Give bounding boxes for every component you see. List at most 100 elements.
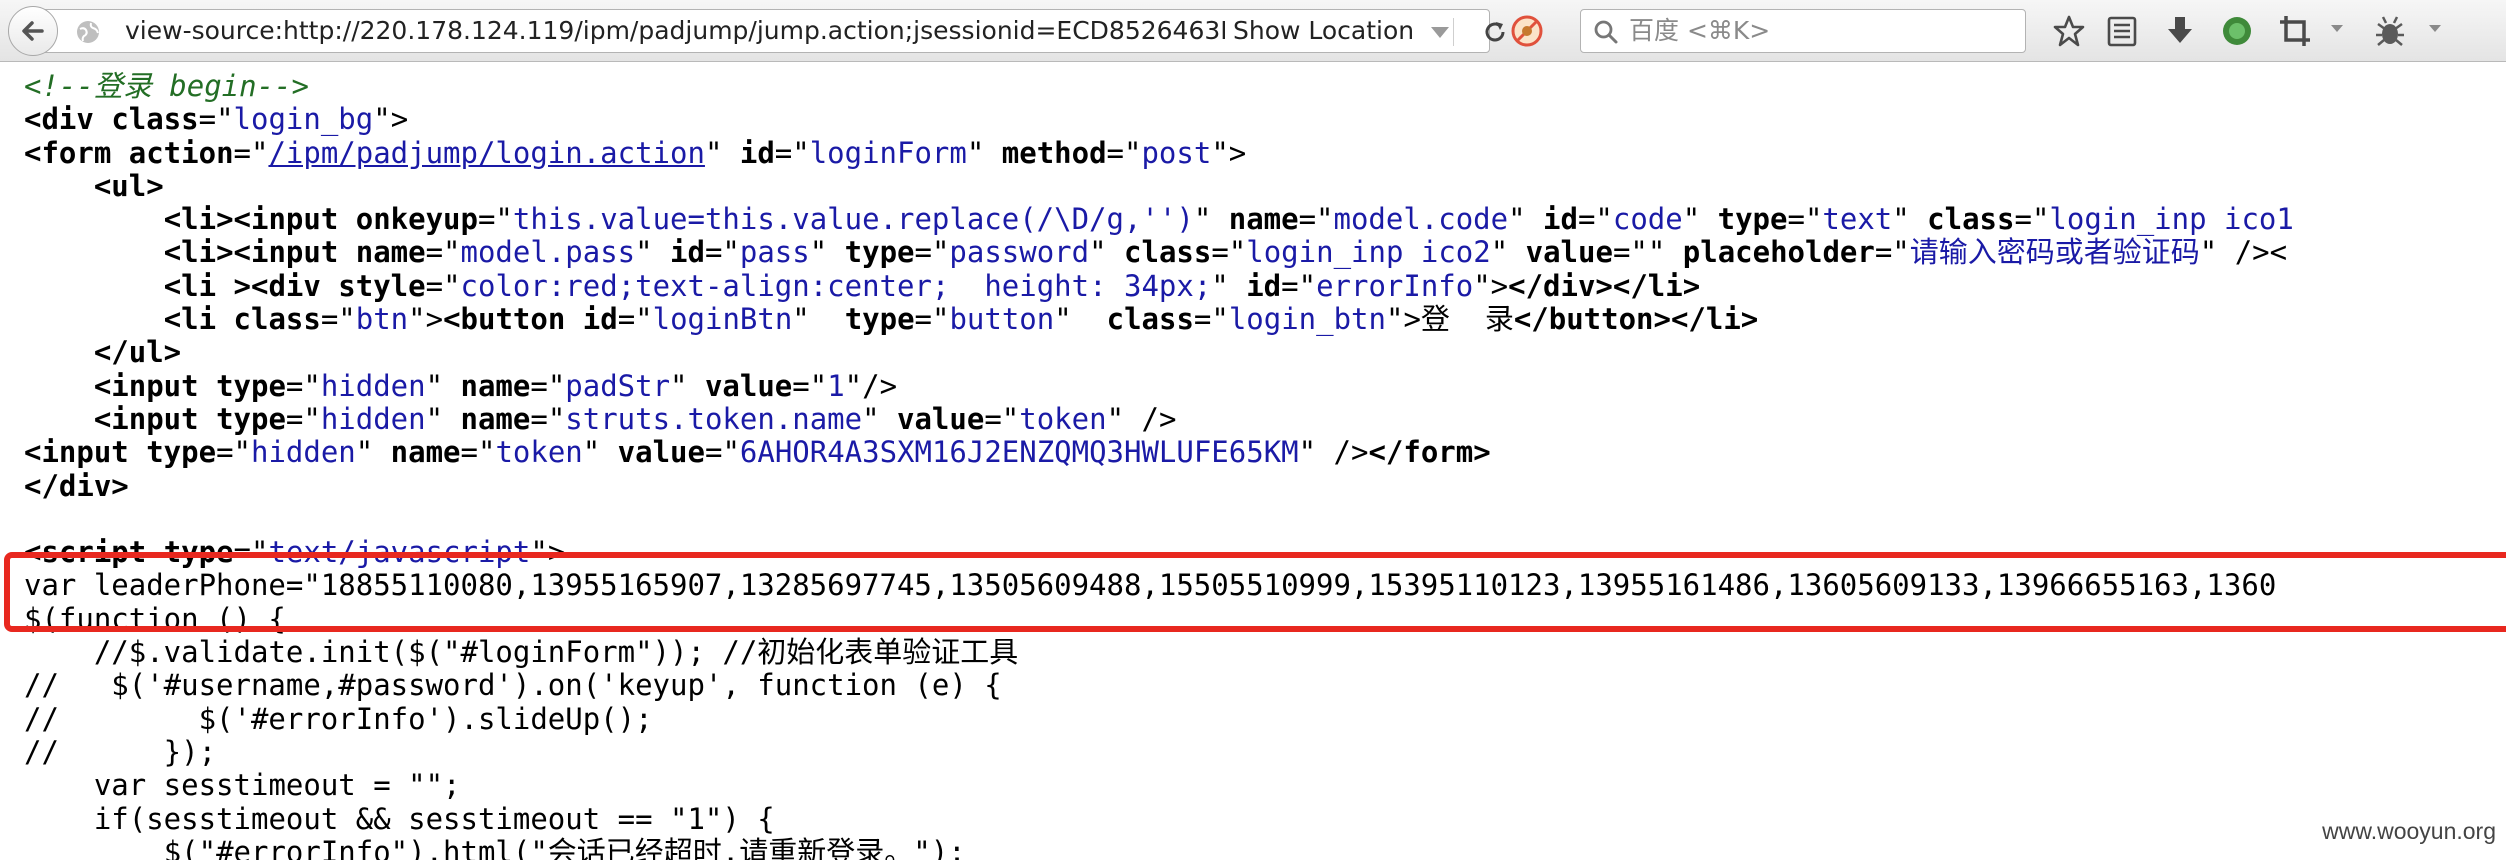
- source-line: // $('#errorInfo').slideUp();: [24, 701, 2294, 736]
- source-token-tag: <li><input: [163, 202, 356, 237]
- tracking-blocked-icon[interactable]: [1510, 14, 1544, 48]
- crop-dropdown-icon[interactable]: [2330, 24, 2344, 34]
- source-token-val: pass: [739, 235, 810, 270]
- source-token-text: =": [460, 435, 496, 470]
- source-token-val: loginBtn: [652, 302, 793, 337]
- source-token-val: token: [495, 435, 583, 470]
- source-token-val: hidden: [320, 401, 426, 436]
- show-location-label[interactable]: Show Location: [1233, 10, 1433, 52]
- source-token-attr: name: [460, 368, 531, 403]
- reading-list-icon[interactable]: [2106, 14, 2138, 48]
- source-line: $(function () {: [24, 601, 2294, 636]
- source-token-text: ": [670, 368, 705, 403]
- search-bar[interactable]: 百度 <⌘K>: [1580, 9, 2026, 53]
- source-token-text: =": [233, 535, 269, 570]
- source-token-val: 6AHOR4A3SXM16J2ENZQMQ3HWLUFE65KM: [739, 435, 1299, 470]
- source-token-val: struts.token.name: [565, 401, 863, 436]
- source-line: <div class="login_bg">: [24, 103, 2294, 136]
- source-token-val: code: [1612, 202, 1683, 237]
- source-token-text: $(function () {: [24, 601, 286, 636]
- source-token-text: ": [966, 135, 1002, 170]
- source-token-text: ">: [408, 302, 444, 337]
- source-token-attr: class: [111, 102, 199, 137]
- source-token-val: token: [1019, 401, 1107, 436]
- bookmark-star-icon[interactable]: [2052, 14, 2086, 48]
- source-token-text: =": [477, 202, 513, 237]
- source-token-text: ": [635, 235, 671, 270]
- source-token-text: =": [617, 302, 653, 337]
- source-token-text: =": [774, 135, 810, 170]
- source-token-val: padStr: [565, 368, 671, 403]
- source-token-link[interactable]: /ipm/padjump/login.action: [268, 136, 705, 170]
- source-token-text: ": [1490, 235, 1526, 270]
- source-token-tag: <script: [24, 535, 164, 570]
- url-bar[interactable]: view-source:http://220.178.124.119/ipm/p…: [40, 9, 1505, 53]
- source-token-tag: </div>: [24, 468, 129, 503]
- source-token-text: "/>: [844, 368, 898, 403]
- url-dropdown-icon[interactable]: [1431, 27, 1449, 38]
- source-token-text: ": [1054, 302, 1107, 337]
- url-text[interactable]: view-source:http://220.178.124.119/ipm/p…: [125, 10, 1225, 52]
- source-token-val: text: [1822, 202, 1893, 237]
- source-line: </ul>: [24, 336, 2294, 369]
- source-token-attr: value: [704, 368, 793, 403]
- source-token-text: =": [233, 135, 269, 170]
- source-token-text: if(sesstimeout && sesstimeout == "1") {: [93, 801, 775, 836]
- source-line: <input type="hidden" name="struts.token.…: [24, 401, 2294, 436]
- source-token-val: btn: [355, 302, 409, 337]
- source-token-text: ": [582, 435, 618, 470]
- source-token-text: ": [862, 401, 898, 436]
- back-button[interactable]: [8, 6, 58, 56]
- source-token-text: $("#errorInfo").html("会话已经超时,请重新登录。");: [163, 834, 966, 860]
- source-line: <ul>: [24, 169, 2294, 203]
- source-token-text: ": [809, 235, 845, 270]
- source-token-tag: <li><input: [163, 235, 356, 270]
- source-token-text: =": [1874, 235, 1910, 270]
- source-token-val: errorInfo: [1316, 268, 1474, 303]
- source-token-attr: type: [216, 401, 286, 436]
- source-token-tag: <form: [24, 135, 129, 170]
- source-token-comment: <!--登录 begin-->: [24, 69, 309, 103]
- source-token-text: " />: [1298, 435, 1369, 470]
- source-token-tag: <input: [93, 401, 217, 436]
- source-token-tag: <input: [93, 368, 217, 403]
- source-token-text: =": [1106, 135, 1142, 170]
- source-token-val: login_inp ico2: [1246, 235, 1491, 270]
- source-token-tag: <li: [163, 302, 234, 337]
- search-placeholder: 百度 <⌘K>: [1629, 16, 1771, 45]
- source-token-text: =": [1787, 202, 1823, 237]
- source-line: [24, 503, 2294, 536]
- source-token-text: // $('#errorInfo').slideUp();: [24, 701, 653, 736]
- source-token-val: button: [949, 302, 1055, 337]
- source-token-attr: type: [146, 435, 217, 470]
- source-line: <li class="btn"><button id="loginBtn" ty…: [24, 302, 2294, 337]
- source-token-text: =": [1298, 202, 1334, 237]
- source-token-val: post: [1141, 135, 1212, 170]
- shield-extension-icon[interactable]: [2220, 14, 2254, 48]
- source-line: if(sesstimeout && sesstimeout == "1") {: [24, 801, 2294, 836]
- source-token-text: ">: [373, 102, 409, 137]
- source-token-text: ": [1892, 202, 1928, 237]
- source-token-attr: id: [670, 235, 705, 270]
- source-token-val: color:red;text-align:center; height: 34p…: [460, 268, 1212, 303]
- source-token-val: text/javascript: [268, 535, 531, 570]
- crop-icon[interactable]: [2278, 14, 2312, 48]
- source-token-attr: onkeyup: [355, 202, 478, 237]
- source-line: <input type="hidden" name="padStr" value…: [24, 368, 2294, 403]
- source-token-text: " />: [1106, 401, 1177, 436]
- source-token-attr: id: [582, 302, 618, 337]
- source-token-attr: class: [1927, 202, 2015, 237]
- source-token-attr: class: [1124, 235, 1212, 270]
- reload-icon[interactable]: [1481, 18, 1509, 46]
- download-icon[interactable]: [2164, 14, 2196, 48]
- source-line: var leaderPhone="18855110080,13955165907…: [24, 569, 2294, 602]
- source-token-text: =": [216, 435, 251, 470]
- source-token-text: ": [1211, 268, 1247, 303]
- firebug-icon[interactable]: [2372, 14, 2408, 48]
- firebug-dropdown-icon[interactable]: [2428, 24, 2442, 34]
- source-token-val: loginForm: [809, 135, 967, 170]
- source-line: // });: [24, 735, 2294, 769]
